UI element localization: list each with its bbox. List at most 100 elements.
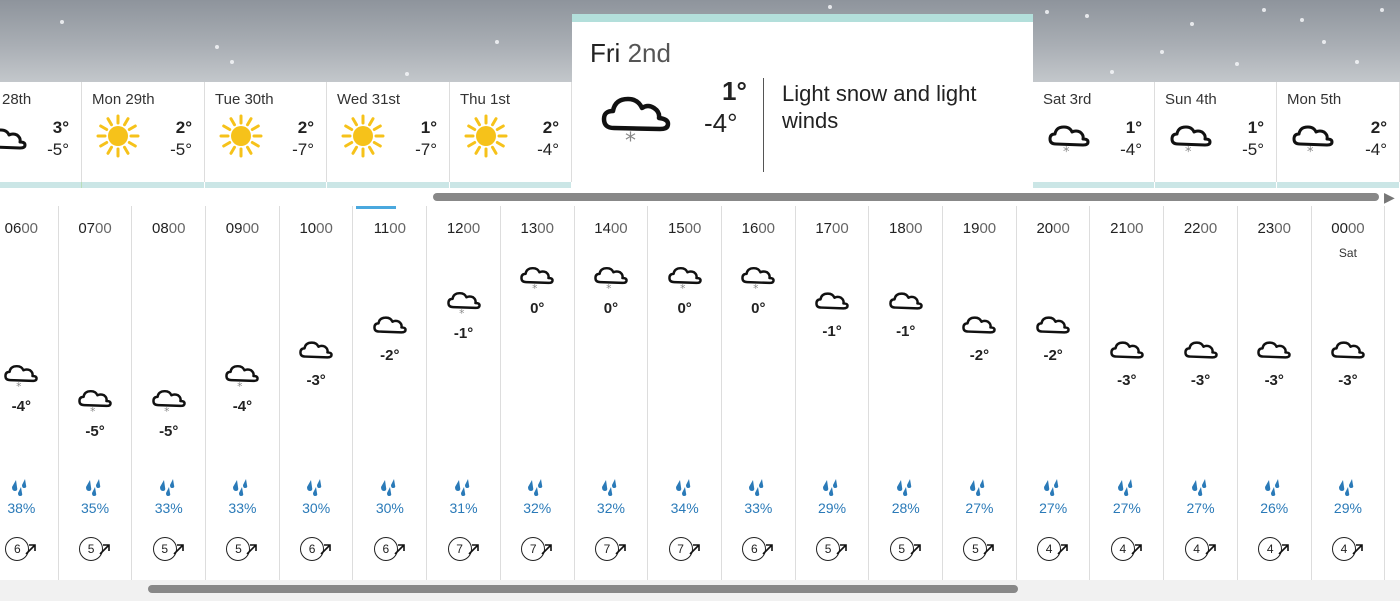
hour-column[interactable]: 1200 * -1° 31% 7: [427, 206, 501, 580]
day-card-bar: [1033, 182, 1154, 188]
raindrop-icon: [674, 478, 696, 496]
day-card-low: -5°: [47, 140, 69, 159]
cloud-icon: [1035, 313, 1071, 341]
raindrop-icon: [158, 478, 180, 496]
raindrop-icon: [10, 478, 32, 496]
snowflake-decoration: [1160, 50, 1164, 54]
hour-column[interactable]: 1600 * 0° 33% 6: [722, 206, 796, 580]
hour-column[interactable]: 1000 -3° 30% 6: [280, 206, 354, 580]
day-card-low: -7°: [415, 140, 437, 159]
wind-direction-arrow-icon: [467, 544, 479, 555]
day-scrollbar[interactable]: ▶: [0, 189, 1400, 205]
wind-speed-indicator: 5: [79, 537, 113, 565]
wind-direction-arrow-icon: [983, 544, 995, 555]
day-card[interactable]: Sun 4th * 1° -5°: [1155, 82, 1277, 188]
scroll-right-arrow-icon[interactable]: ▶: [1384, 189, 1395, 206]
hour-temperature: -3°: [1264, 371, 1284, 389]
cloud-snow-icon: *: [519, 264, 555, 295]
cloud-snow-icon: *: [1169, 122, 1213, 166]
snowflake-decoration: [230, 60, 234, 64]
day-card-bar: [1277, 182, 1399, 188]
wind-direction-arrow-icon: [99, 544, 110, 555]
rain-chance: 27%: [965, 500, 994, 516]
wind-speed-indicator: 6: [742, 537, 776, 565]
wind-direction-arrow-icon: [25, 544, 37, 555]
wind-speed-indicator: 5: [226, 537, 260, 565]
rain-chance: 31%: [449, 500, 478, 516]
hour-time: 2100: [1110, 220, 1144, 237]
hour-column[interactable]: 0900 * -4° 33% 5: [206, 206, 280, 580]
day-card[interactable]: Tue 30th 2° -7°: [205, 82, 327, 188]
raindrop-icon: [1337, 478, 1359, 496]
rain-chance: 29%: [818, 500, 847, 516]
wind-speed-indicator: 7: [447, 537, 482, 565]
hour-temperature: -3°: [306, 371, 326, 389]
snowflake-decoration: [60, 20, 64, 24]
hour-time: 1300: [520, 220, 554, 237]
day-card-name: Thu 1st: [460, 91, 511, 108]
svg-text:*: *: [16, 380, 21, 390]
day-card-bar: [0, 182, 81, 188]
hour-time: 1100: [373, 220, 406, 237]
day-card-high: 1°: [420, 118, 437, 137]
cloud-snow-icon: *: [446, 289, 482, 319]
wind-speed-indicator: 4: [1331, 537, 1366, 565]
wind-speed-indicator: 6: [5, 537, 39, 565]
rain-chance: 30%: [302, 500, 331, 516]
hour-column[interactable]: 0700 * -5° 35% 5: [59, 206, 133, 580]
day-card[interactable]: Wed 31st 1° -7°: [327, 82, 450, 188]
wind-speed-indicator: 5: [152, 537, 187, 565]
hour-column[interactable]: 2100 -3° 27% 4: [1091, 206, 1165, 580]
selected-day-card[interactable]: Fri 2nd * 1° -4° Light snow and light wi…: [572, 14, 1033, 187]
cloud-snow-icon: *: [1047, 122, 1091, 166]
day-card[interactable]: Mon 29th 2° -5°: [82, 82, 205, 188]
hourly-forecast: 0600 * -4° 38% 6 0700 * -5° 35% 5 0800 * -…: [0, 206, 1400, 580]
rain-chance: 38%: [7, 500, 36, 516]
cloud-snow-icon: *: [3, 362, 39, 393]
rain-chance: 27%: [1112, 500, 1141, 516]
day-scrollbar-thumb[interactable]: [433, 193, 1379, 201]
hour-time: 2000: [1036, 220, 1070, 237]
rain-chance: 30%: [375, 500, 404, 516]
snowflake-decoration: [1300, 18, 1304, 22]
hourly-scrollbar-thumb[interactable]: [148, 585, 1018, 593]
svg-text:*: *: [680, 282, 685, 292]
cloud-icon: [372, 313, 408, 341]
svg-text:*: *: [753, 282, 758, 292]
day-card-low: -4°: [1120, 140, 1142, 159]
hour-column[interactable]: 1900 -2° 27% 5: [943, 206, 1017, 580]
hourly-scrollbar[interactable]: [0, 580, 1400, 601]
day-card[interactable]: Mon 5th * 2° -4°: [1277, 82, 1400, 188]
day-card-high: 2°: [1370, 118, 1387, 137]
hour-column[interactable]: 0800 * -5° 33% 5: [132, 206, 207, 580]
day-card-high: 3°: [52, 118, 69, 137]
hour-column[interactable]: 0600 * -4° 38% 6: [0, 206, 59, 580]
hour-column[interactable]: 1700 -1° 29% 5: [796, 206, 870, 580]
hour-column[interactable]: 1100 -2° 30% 6: [354, 206, 428, 580]
hour-column[interactable]: 2300 -3° 26% 4: [1238, 206, 1312, 580]
svg-text:*: *: [90, 404, 95, 414]
raindrop-icon: [821, 478, 843, 496]
snowflake-decoration: [1045, 10, 1049, 14]
hour-column[interactable]: 2200 -3° 27% 4: [1164, 206, 1238, 580]
hour-column[interactable]: 2000 -2° 27% 4: [1017, 206, 1091, 580]
svg-text:*: *: [164, 404, 169, 414]
hour-column[interactable]: 1400 * 0° 32% 7: [575, 206, 649, 580]
day-card[interactable]: Sat 3rd * 1° -4°: [1033, 82, 1155, 188]
cloud-icon: [1256, 338, 1292, 366]
day-card[interactable]: Thu 1st 2° -4°: [450, 82, 572, 188]
rain-chance: 32%: [523, 500, 552, 516]
cloud-snow-icon: *: [77, 387, 113, 417]
wind-speed-indicator: 7: [521, 537, 555, 565]
day-card[interactable]: 28th 3° -5°: [0, 82, 82, 188]
rain-chance: 26%: [1260, 500, 1289, 516]
hour-column[interactable]: 0000 Sat -3° 29% 4: [1312, 206, 1386, 580]
snowflake-decoration: [405, 72, 409, 76]
hour-column[interactable]: 1800 -1° 28% 5: [869, 206, 944, 580]
wind-speed-indicator: 4: [1184, 537, 1219, 565]
snowflake-decoration: [1085, 14, 1089, 18]
hour-time: 1000: [299, 220, 333, 237]
hour-column[interactable]: 1500 * 0° 34% 7: [648, 206, 722, 580]
hour-column[interactable]: 1300 * 0° 32% 7: [501, 206, 575, 580]
svg-text:*: *: [1185, 145, 1192, 156]
